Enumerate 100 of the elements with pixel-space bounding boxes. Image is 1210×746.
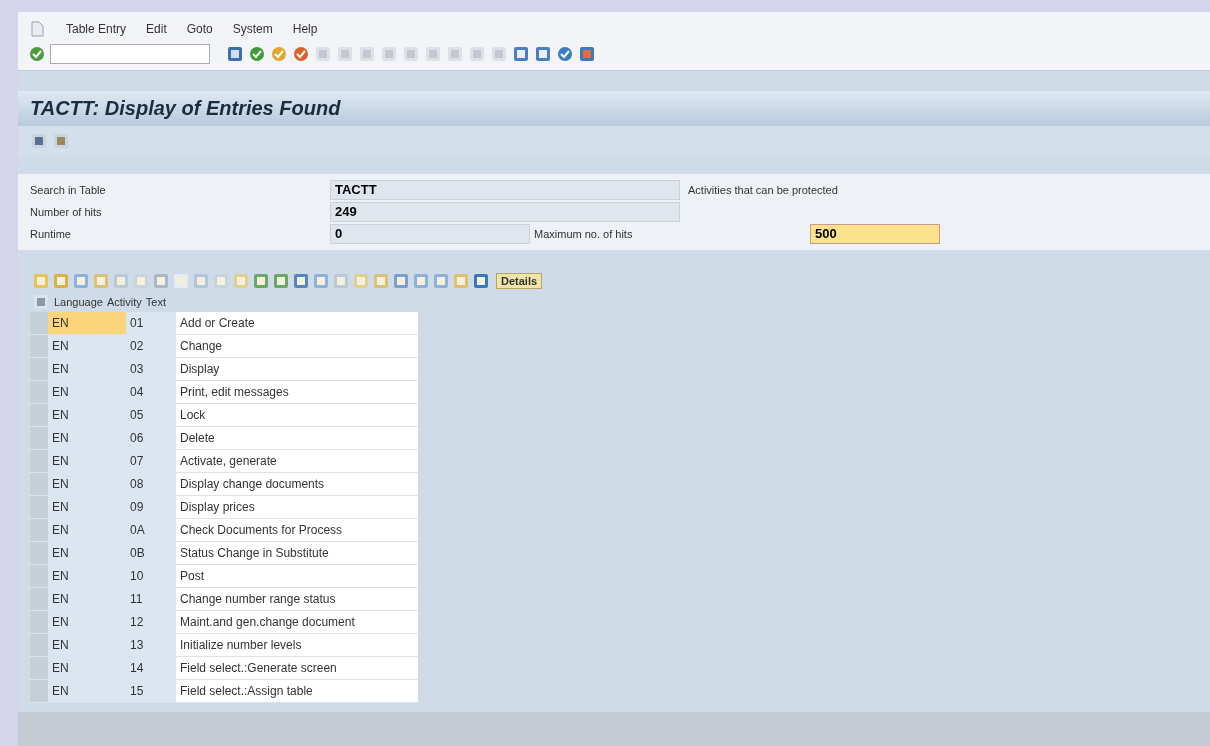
row-selector[interactable] [30, 680, 48, 702]
table-field[interactable]: TACTT [330, 180, 680, 200]
table-cell: 15 [126, 680, 176, 702]
column-settings-icon[interactable] [32, 293, 50, 311]
row-selector[interactable] [30, 473, 48, 495]
table-cell: Status Change in Substitute [176, 542, 418, 564]
row-selector[interactable] [30, 611, 48, 633]
grid-tool-icon[interactable] [392, 272, 410, 290]
row-selector[interactable] [30, 565, 48, 587]
table-cell[interactable]: EN [48, 542, 126, 564]
table-cell[interactable]: EN [48, 312, 126, 334]
table-cell: 06 [126, 427, 176, 449]
row-selector[interactable] [30, 312, 48, 334]
command-field[interactable] [50, 44, 210, 64]
table-cell: Lock [176, 404, 418, 426]
grid-tool-icon[interactable] [72, 272, 90, 290]
table-cell: 0B [126, 542, 176, 564]
table-cell[interactable]: EN [48, 404, 126, 426]
row-selector[interactable] [30, 657, 48, 679]
table-cell: 11 [126, 588, 176, 610]
table-cell: 07 [126, 450, 176, 472]
window-menu-icon[interactable] [28, 20, 46, 38]
table-cell[interactable]: EN [48, 565, 126, 587]
table-cell[interactable]: EN [48, 634, 126, 656]
table-cell: Change number range status [176, 588, 418, 610]
window-icon[interactable] [534, 45, 552, 63]
menu-item[interactable]: Table Entry [66, 22, 127, 36]
row-selector[interactable] [30, 381, 48, 403]
table-cell: Maint.and gen.change document [176, 611, 418, 633]
table-cell: Display prices [176, 496, 418, 518]
hits-field[interactable]: 249 [330, 202, 680, 222]
table-cell: Add or Create [176, 312, 418, 334]
table-cell[interactable]: EN [48, 519, 126, 541]
row-selector[interactable] [30, 588, 48, 610]
table-cell[interactable]: EN [48, 473, 126, 495]
table-cell: Display [176, 358, 418, 380]
column-header[interactable]: Activity [106, 296, 142, 308]
table-cell[interactable]: EN [48, 657, 126, 679]
table-cell: 0A [126, 519, 176, 541]
table-cell[interactable]: EN [48, 611, 126, 633]
column-header[interactable]: Language [54, 296, 103, 308]
table-cell: Activate, generate [176, 450, 418, 472]
table-cell: 05 [126, 404, 176, 426]
row-selector[interactable] [30, 450, 48, 472]
table-cell[interactable]: EN [48, 381, 126, 403]
field-label: Maximum no. of hits [533, 228, 634, 240]
table-cell: 01 [126, 312, 176, 334]
table-cell: Print, edit messages [176, 381, 418, 403]
row-selector[interactable] [30, 358, 48, 380]
row-selector[interactable] [30, 519, 48, 541]
table-cell[interactable]: EN [48, 450, 126, 472]
row-selector[interactable] [30, 496, 48, 518]
table-cell[interactable]: EN [48, 588, 126, 610]
screen-title: TACTT: Display of Entries Found [18, 91, 1210, 126]
table-cell: Post [176, 565, 418, 587]
table-cell: Delete [176, 427, 418, 449]
table-cell: 12 [126, 611, 176, 633]
table-cell[interactable]: EN [48, 335, 126, 357]
grid-tool-icon[interactable] [432, 272, 450, 290]
table-cell[interactable]: EN [48, 358, 126, 380]
table-cell: Initialize number levels [176, 634, 418, 656]
row-selector[interactable] [30, 427, 48, 449]
window-icon[interactable] [512, 45, 530, 63]
table-cell: 14 [126, 657, 176, 679]
max-hits-field[interactable]: 500 [810, 224, 940, 244]
row-selector[interactable] [30, 335, 48, 357]
grid-tool-icon[interactable] [52, 272, 70, 290]
runtime-field[interactable]: 0 [330, 224, 530, 244]
table-cell[interactable]: EN [48, 427, 126, 449]
column-header[interactable]: Text [145, 296, 166, 308]
table-cell[interactable]: EN [48, 496, 126, 518]
grid-tool-icon[interactable] [272, 272, 290, 290]
table-cell: 08 [126, 473, 176, 495]
row-selector[interactable] [30, 404, 48, 426]
row-selector[interactable] [30, 634, 48, 656]
table-description: Activities that can be protected [687, 184, 839, 196]
table-cell: Field select.:Assign table [176, 680, 418, 702]
menu-item[interactable]: Goto [186, 22, 213, 36]
check-icon[interactable] [28, 45, 46, 63]
table-cell: Display change documents [176, 473, 418, 495]
grid-tool-icon[interactable] [152, 272, 170, 290]
grid-tool-icon[interactable] [312, 272, 330, 290]
menu-item[interactable]: System [232, 22, 273, 36]
field-label: Search in Table [30, 184, 107, 196]
table-cell: Change [176, 335, 418, 357]
grid-tool-icon[interactable] [252, 272, 270, 290]
table-cell[interactable]: EN [48, 680, 126, 702]
row-selector[interactable] [30, 542, 48, 564]
grid-tool-icon[interactable] [412, 272, 430, 290]
grid-tool-icon[interactable] [292, 272, 310, 290]
table-cell: 10 [126, 565, 176, 587]
table-cell: 13 [126, 634, 176, 656]
menu-item[interactable]: Help [292, 22, 318, 36]
table-cell: 04 [126, 381, 176, 403]
menu-item[interactable]: Edit [146, 22, 167, 36]
table-cell: 09 [126, 496, 176, 518]
details-button[interactable]: Details [496, 273, 543, 289]
table-cell: 03 [126, 358, 176, 380]
grid-tool-icon[interactable] [472, 272, 490, 290]
table-cell: Check Documents for Process [176, 519, 418, 541]
